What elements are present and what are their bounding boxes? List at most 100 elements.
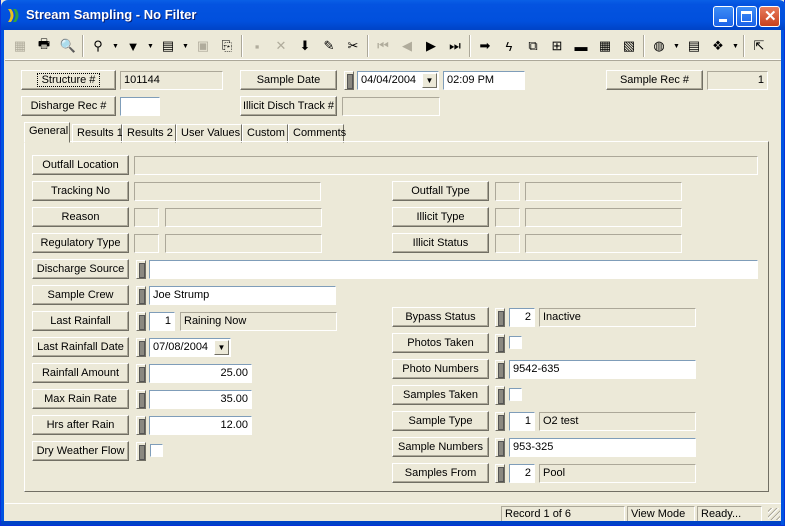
maximize-button[interactable] xyxy=(736,6,757,27)
regulatory-type-button[interactable]: Regulatory Type xyxy=(32,233,129,253)
close-button[interactable]: ✕ xyxy=(759,6,780,27)
discharge-source-lock[interactable] xyxy=(136,260,146,279)
bypass-status-button[interactable]: Bypass Status xyxy=(392,307,489,327)
find-button[interactable]: ⚲ xyxy=(87,35,109,57)
rainfall-amount-field[interactable]: 25.00 xyxy=(149,364,252,383)
lightning-button[interactable]: ϟ xyxy=(498,35,520,57)
regulatory-type-code-field[interactable] xyxy=(134,234,159,253)
discharge-source-button[interactable]: Discharge Source xyxy=(32,259,129,279)
sample-crew-lock[interactable] xyxy=(136,286,146,305)
sample-type-lock[interactable] xyxy=(495,412,505,431)
samples-from-code-field[interactable]: 2 xyxy=(509,464,535,483)
help-book-button[interactable]: ❖ xyxy=(707,35,729,57)
dry-weather-flow-lock[interactable] xyxy=(136,442,146,461)
sample-date-button[interactable]: Sample Date xyxy=(240,70,337,90)
sample-type-code-field[interactable]: 1 xyxy=(509,412,535,431)
rainfall-amount-lock[interactable] xyxy=(136,364,146,383)
sample-crew-field[interactable]: Joe Strump xyxy=(149,286,336,305)
illicit-track-button[interactable]: Illicit Disch Track # xyxy=(240,96,337,116)
samples-taken-checkbox[interactable] xyxy=(509,388,522,401)
discharge-rec-button[interactable]: Disharge Rec # xyxy=(21,96,116,116)
max-rain-rate-button[interactable]: Max Rain Rate xyxy=(32,389,129,409)
reason-code-field[interactable] xyxy=(134,208,159,227)
save-button[interactable]: ▪ xyxy=(246,35,268,57)
illicit-status-desc-field[interactable] xyxy=(525,234,682,253)
resize-grip[interactable] xyxy=(768,508,780,520)
structure-field[interactable]: 101144 xyxy=(120,71,223,90)
previous-record-button[interactable]: ◀ xyxy=(396,35,418,57)
last-rainfall-code-field[interactable]: 1 xyxy=(149,312,175,331)
samples-from-desc-field[interactable]: Pool xyxy=(539,464,696,483)
outfall-location-field[interactable] xyxy=(134,156,758,175)
bypass-status-desc-field[interactable]: Inactive xyxy=(539,308,696,327)
report-dropdown[interactable]: ▼ xyxy=(181,35,190,57)
hrs-after-rain-lock[interactable] xyxy=(136,416,146,435)
samples-taken-button[interactable]: Samples Taken xyxy=(392,385,489,405)
filter-dropdown[interactable]: ▼ xyxy=(146,35,155,57)
help-book-dropdown[interactable]: ▼ xyxy=(731,35,740,57)
discharge-source-field[interactable] xyxy=(149,260,758,279)
reason-desc-field[interactable] xyxy=(165,208,322,227)
report-button[interactable]: ▤ xyxy=(157,35,179,57)
last-rainfall-desc-field[interactable]: Raining Now xyxy=(180,312,337,331)
delete-button[interactable]: ✕ xyxy=(270,35,292,57)
photos-taken-lock[interactable] xyxy=(495,334,505,353)
outfall-type-button[interactable]: Outfall Type xyxy=(392,181,489,201)
illicit-status-code-field[interactable] xyxy=(495,234,520,253)
structure-button[interactable]: Structure # xyxy=(21,70,116,90)
outfall-type-code-field[interactable] xyxy=(495,182,520,201)
sample-numbers-button[interactable]: Sample Numbers xyxy=(392,437,489,457)
equipment-button[interactable]: ▬ xyxy=(570,35,592,57)
print-preview-button[interactable]: 🔍 xyxy=(57,35,79,57)
sample-numbers-lock[interactable] xyxy=(495,438,505,457)
outfall-type-desc-field[interactable] xyxy=(525,182,682,201)
tracking-no-field[interactable] xyxy=(134,182,321,201)
illicit-type-button[interactable]: Illicit Type xyxy=(392,207,489,227)
link-button[interactable]: ⊞ xyxy=(546,35,568,57)
web-button[interactable]: ◍ xyxy=(648,35,670,57)
map-button[interactable]: ▧ xyxy=(618,35,640,57)
samples-from-lock[interactable] xyxy=(495,464,505,483)
sample-date-picker[interactable]: 04/04/2004 ▼ xyxy=(357,71,439,90)
hrs-after-rain-field[interactable]: 12.00 xyxy=(149,416,252,435)
illicit-track-field[interactable] xyxy=(342,97,440,116)
max-rain-rate-lock[interactable] xyxy=(136,390,146,409)
sample-rec-button[interactable]: Sample Rec # xyxy=(606,70,703,90)
bypass-status-lock[interactable] xyxy=(495,308,505,327)
max-rain-rate-field[interactable]: 35.00 xyxy=(149,390,252,409)
add-record-button[interactable]: ⬇ xyxy=(294,35,316,57)
hrs-after-rain-button[interactable]: Hrs after Rain xyxy=(32,415,129,435)
illicit-status-button[interactable]: Illicit Status xyxy=(392,233,489,253)
photos-taken-button[interactable]: Photos Taken xyxy=(392,333,489,353)
chevron-down-icon[interactable]: ▼ xyxy=(214,340,229,355)
title-bar[interactable]: Stream Sampling - No Filter ✕ xyxy=(1,0,785,30)
sample-numbers-field[interactable]: 953-325 xyxy=(509,438,696,457)
print-button[interactable]: 🖶 xyxy=(33,35,55,57)
edit-button[interactable]: ✎ xyxy=(318,35,340,57)
sample-type-button[interactable]: Sample Type xyxy=(392,411,489,431)
first-record-button[interactable]: ⏮ xyxy=(372,35,394,57)
samples-from-button[interactable]: Samples From xyxy=(392,463,489,483)
last-record-button[interactable]: ⏭ xyxy=(444,35,466,57)
last-rainfall-button[interactable]: Last Rainfall xyxy=(32,311,129,331)
next-record-button[interactable]: ▶ xyxy=(420,35,442,57)
cut-button[interactable]: ✂ xyxy=(342,35,364,57)
outfall-location-button[interactable]: Outfall Location xyxy=(32,155,129,175)
calendar-button[interactable]: ▦ xyxy=(594,35,616,57)
spreadsheet-button[interactable]: ▤ xyxy=(683,35,705,57)
illicit-type-code-field[interactable] xyxy=(495,208,520,227)
web-dropdown[interactable]: ▼ xyxy=(672,35,681,57)
illicit-type-desc-field[interactable] xyxy=(525,208,682,227)
tracking-no-button[interactable]: Tracking No xyxy=(32,181,129,201)
tab-general[interactable]: General xyxy=(24,122,70,143)
properties-button[interactable]: ▣ xyxy=(192,35,214,57)
minimize-button[interactable] xyxy=(713,6,734,27)
chevron-down-icon[interactable]: ▼ xyxy=(422,73,437,88)
reason-button[interactable]: Reason xyxy=(32,207,129,227)
exit-button[interactable]: ⇱ xyxy=(748,35,770,57)
sample-date-lock[interactable] xyxy=(344,71,354,90)
sample-time-field[interactable]: 02:09 PM xyxy=(443,71,525,90)
dry-weather-flow-button[interactable]: Dry Weather Flow xyxy=(32,441,129,461)
form-view-button[interactable]: ▦ xyxy=(9,35,31,57)
related-button[interactable]: ⧉ xyxy=(522,35,544,57)
